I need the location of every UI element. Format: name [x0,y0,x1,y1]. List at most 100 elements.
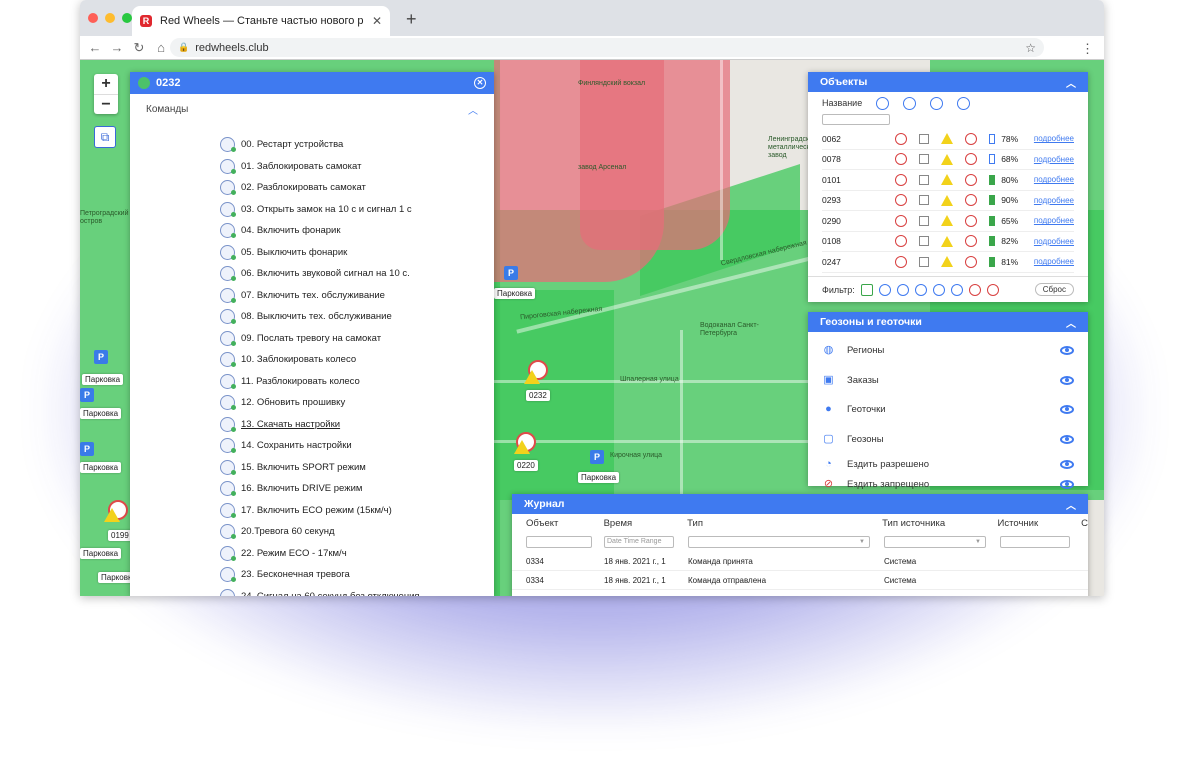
table-row[interactable]: 0334 18 янв. 2021 г., 1 Команда отправлена… [512,571,1088,590]
layers-icon[interactable]: ⧉ [94,126,116,148]
eye-icon[interactable] [1060,346,1074,356]
column-header[interactable]: С [1081,518,1088,529]
command-item[interactable]: 17. Включить ECO режим (15км/ч) [220,500,420,522]
eye-icon[interactable] [1060,479,1074,489]
chevron-up-icon[interactable]: ︿ [1066,315,1076,330]
row-checkbox[interactable] [919,174,930,185]
type-select[interactable] [688,536,870,548]
chevron-up-icon[interactable]: ︿ [1066,497,1076,512]
column-header[interactable]: Время [604,518,688,529]
command-item[interactable]: 00. Рестарт устройства [220,134,420,156]
command-item[interactable]: 03. Открыть замок на 10 с и сигнал 1 с [220,199,420,221]
command-item[interactable]: 20.Тревога 60 секунд [220,521,420,543]
command-item[interactable]: 08. Выключить тех. обслуживание [220,306,420,328]
details-link[interactable]: подробнее [1034,134,1074,143]
chevron-up-icon[interactable]: ︿ [468,102,478,117]
command-item[interactable]: 10. Заблокировать колесо [220,349,420,371]
date-range-input[interactable]: Date Time Range [604,536,674,548]
gprs-filter-icon[interactable] [932,283,945,296]
command-item[interactable]: 12. Обновить прошивку [220,392,420,414]
row-checkbox[interactable] [919,154,930,165]
browser-menu-icon[interactable]: ⋮ [1081,41,1094,57]
parking-icon[interactable]: P [80,442,94,456]
eye-icon[interactable] [1060,434,1074,444]
geozone-item[interactable]: ⊘ Ездить запрещено [808,474,1088,494]
command-item[interactable]: 24. Сигнал на 60 секунд без отключения [220,586,420,596]
command-item[interactable]: 13. Скачать настройки [220,414,420,436]
table-row[interactable]: 0108 82% подробнее [822,232,1074,252]
eye-icon[interactable] [903,96,917,110]
command-item[interactable]: 15. Включить SPORT режим [220,457,420,479]
details-link[interactable]: подробнее [1034,175,1074,184]
command-item[interactable]: 01. Заблокировать самокат [220,156,420,178]
column-header[interactable]: Источник [998,518,1082,529]
close-window-button[interactable] [88,13,98,23]
map-canvas[interactable]: Финляндский вокзал Ленинградский металли… [80,60,1104,596]
minimize-window-button[interactable] [105,13,115,23]
command-item[interactable]: 04. Включить фонарик [220,220,420,242]
maximize-window-button[interactable] [122,13,132,23]
forward-icon[interactable]: → [106,40,128,56]
geozone-item[interactable]: ◍ Регионы [808,336,1088,366]
bookmark-star-icon[interactable]: ☆ [1025,41,1036,55]
column-header[interactable]: Объект [526,518,604,529]
command-item[interactable]: 02. Разблокировать самокат [220,177,420,199]
close-icon[interactable]: ✕ [474,77,486,89]
chevron-up-icon[interactable]: ︿ [1066,75,1076,90]
reset-button[interactable]: Сброс [1034,283,1074,296]
table-row[interactable]: 0062 78% подробнее [822,129,1074,150]
back-icon[interactable]: ← [84,40,106,56]
history-filter-icon[interactable] [950,283,963,296]
qr-icon[interactable] [860,283,873,296]
column-header[interactable]: Тип источника [882,518,997,529]
geozone-item[interactable]: ▣ Заказы [808,366,1088,396]
row-checkbox[interactable] [919,215,930,226]
table-row[interactable]: 0078 68% подробнее [822,150,1074,170]
tab-close-icon[interactable]: ✕ [372,14,382,28]
battery-filter-icon[interactable] [896,283,909,296]
speed-filter-icon[interactable] [878,283,891,296]
row-checkbox[interactable] [919,256,930,267]
geozone-item[interactable]: ▢ Геозоны [808,425,1088,455]
eye-icon[interactable] [1060,375,1074,385]
zoom-out-button[interactable]: − [94,94,118,114]
details-link[interactable]: подробнее [1034,216,1074,225]
table-row[interactable]: 0290 65% подробнее [822,211,1074,232]
parking-filter-icon[interactable] [986,283,999,296]
command-item[interactable]: 14. Сохранить настройки [220,435,420,457]
speed-icon[interactable] [876,96,890,110]
source-type-select[interactable] [884,536,986,548]
command-item[interactable]: 16. Включить DRIVE режим [220,478,420,500]
details-link[interactable]: подробнее [1034,257,1074,266]
details-link[interactable]: подробнее [1034,155,1074,164]
column-header[interactable]: Тип [687,518,882,529]
row-checkbox[interactable] [919,133,930,144]
details-link[interactable]: подробнее [1034,196,1074,205]
commands-section[interactable]: Команды ︿ [130,94,494,124]
command-item[interactable]: 23. Бесконечная тревога [220,564,420,586]
table-row[interactable]: 0334 18 янв. 2021 г., 1 Команда принята Сис… [512,552,1088,571]
geozone-item[interactable]: ◔ Ездить разрешено [808,454,1088,474]
parking-icon[interactable]: P [504,266,518,280]
browser-tab[interactable]: R Red Wheels — Станьте частью нового рын… [132,6,390,36]
object-filter-input[interactable] [526,536,592,548]
parking-icon[interactable]: P [94,350,108,364]
eye-icon[interactable] [1060,459,1074,469]
url-input[interactable]: 🔒 redwheels.club ☆ [170,38,1044,57]
table-row[interactable]: 0247 81% подробнее [822,252,1074,273]
eye-icon[interactable] [1060,405,1074,415]
name-filter-input[interactable] [822,114,890,125]
source-filter-input[interactable] [1000,536,1070,548]
row-checkbox[interactable] [919,236,930,247]
parking-icon[interactable]: P [80,388,94,402]
command-item[interactable]: 06. Включить звуковой сигнал на 10 с. [220,263,420,285]
row-checkbox[interactable] [919,195,930,206]
battery-icon[interactable] [957,96,971,110]
table-row[interactable]: 0293 90% подробнее [822,191,1074,211]
zoom-in-button[interactable]: + [94,74,118,94]
gps-filter-icon[interactable] [914,283,927,296]
reload-icon[interactable]: ↻ [128,40,150,56]
command-item[interactable]: 07. Включить тех. обслуживание [220,285,420,307]
geozone-item[interactable]: ● Геоточки [808,395,1088,425]
command-item[interactable]: 09. Послать тревогу на самокат [220,328,420,350]
